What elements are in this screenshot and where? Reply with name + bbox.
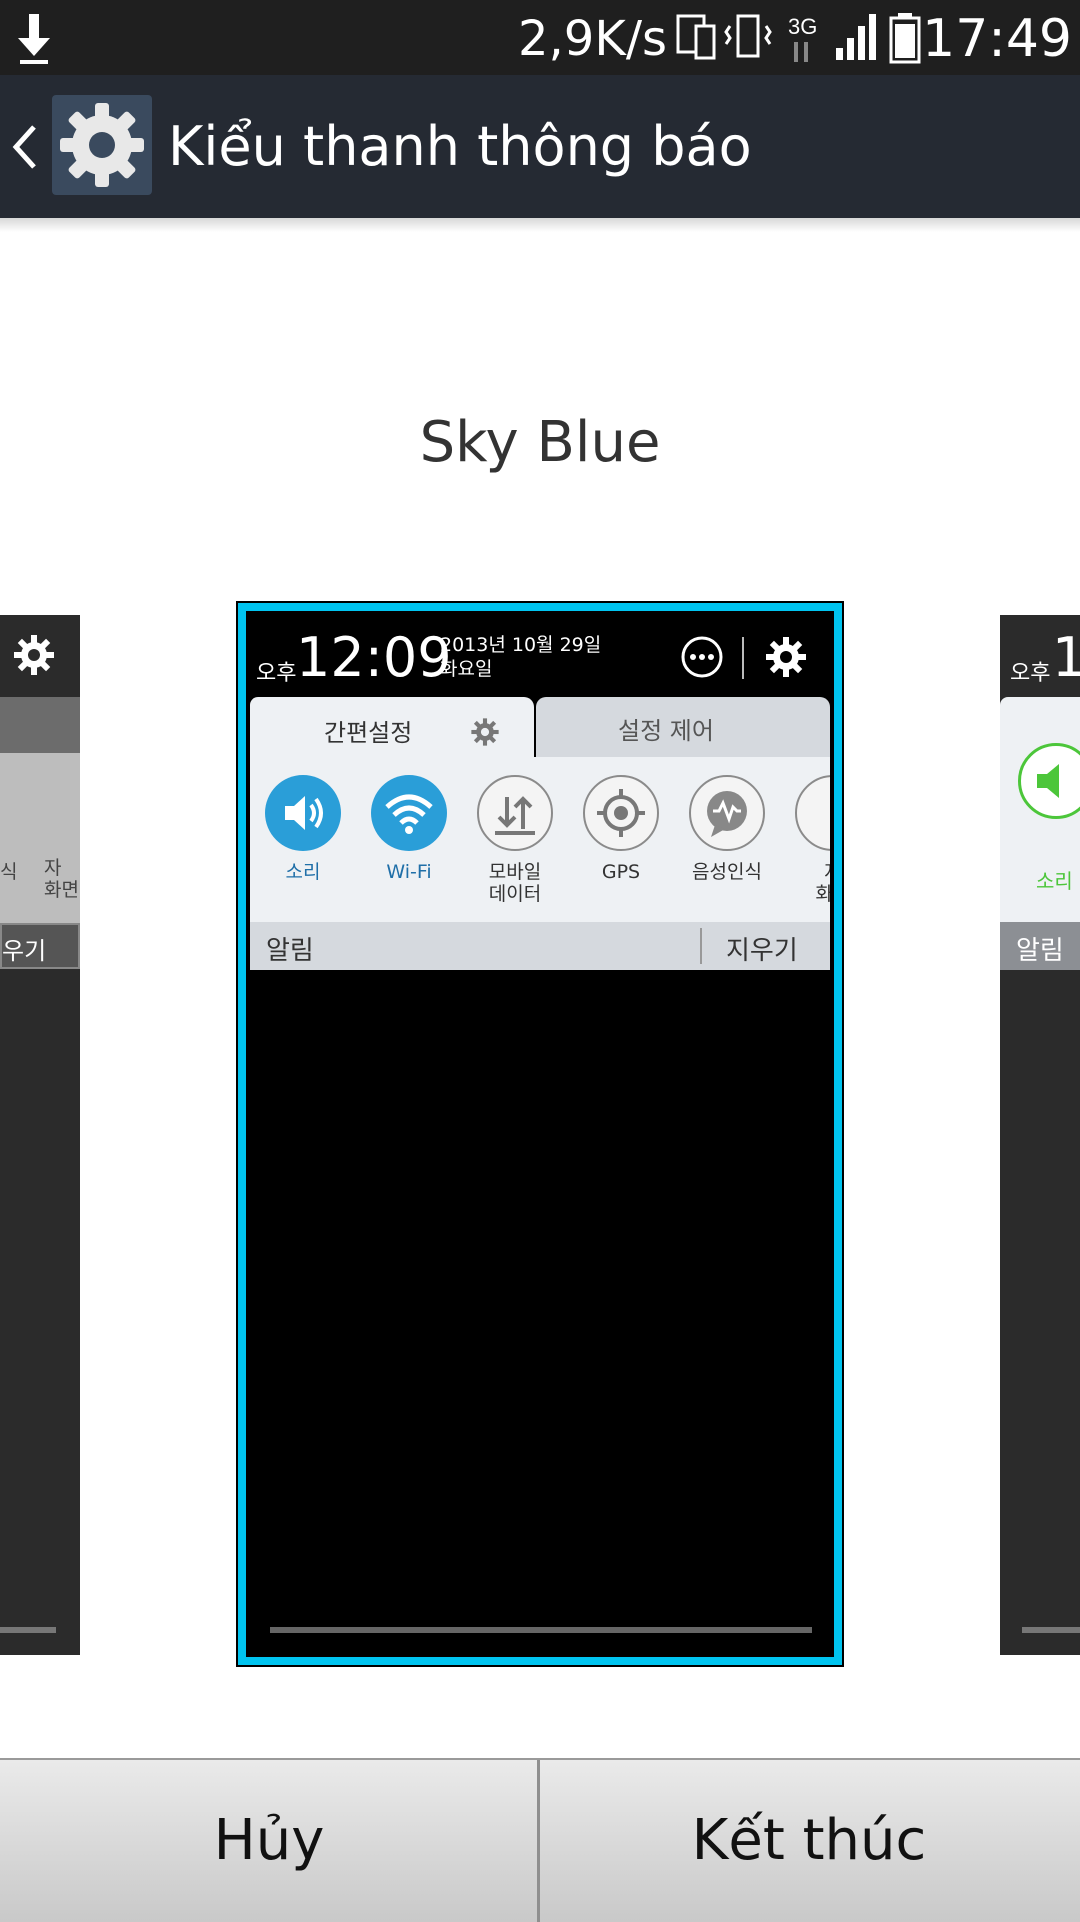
qs-label: 자 화면 (815, 861, 830, 905)
cancel-button[interactable]: Hủy (0, 1760, 538, 1922)
handle (1022, 1627, 1080, 1633)
tab-fragment (0, 697, 80, 753)
action-bar-shadow (0, 218, 1080, 232)
voice-recognition-icon (689, 775, 765, 851)
back-chevron-icon[interactable] (10, 121, 40, 173)
button-bar: Hủy Kết thúc (0, 1758, 1080, 1922)
qs-gps: GPS (568, 775, 674, 883)
clear-bar-fragment: 우기 (0, 923, 80, 969)
theme-name: Sky Blue (419, 410, 661, 475)
preview-content: 오후 12:09 2013년 10월 29일 화요일 설정 제어 간편설정 소리… (250, 615, 830, 1653)
handle (270, 1627, 812, 1633)
screen-sharing-icon (676, 14, 716, 60)
tab-label: 간편설정 (324, 719, 413, 747)
divider (700, 928, 702, 964)
preview-ampm: 오후 (256, 661, 297, 686)
clear-fragment-text: 우기 (2, 937, 47, 965)
finish-button[interactable]: Kết thúc (540, 1760, 1078, 1922)
preview-ampm: 오후 (1010, 661, 1051, 686)
preview-date: 2013년 10월 29일 화요일 (440, 633, 601, 681)
qs-label: GPS (601, 861, 641, 883)
theme-preview-selected[interactable]: 오후 12:09 2013년 10월 29일 화요일 설정 제어 간편설정 소리… (236, 601, 844, 1667)
signal-icon (836, 14, 876, 60)
wifi-icon (371, 775, 447, 851)
preview-time-fragment: 1 (1052, 626, 1080, 689)
battery-icon (889, 13, 921, 64)
qs-wifi: Wi-Fi (356, 775, 462, 883)
clock: 17:49 (922, 9, 1072, 69)
status-bar: 2,9K/s 3G 17:49 (0, 0, 1080, 75)
download-icon (18, 14, 50, 64)
settings-gear-icon[interactable] (52, 95, 152, 195)
sound-icon (1018, 743, 1080, 819)
notifications-label: 알림 (1016, 936, 1064, 966)
preview-date-line1: 2013년 10월 29일 (440, 634, 602, 656)
network-3g-icon: 3G (788, 14, 817, 62)
theme-preview-left[interactable]: 식 자 화면 우기 (0, 615, 80, 1655)
action-bar: Kiểu thanh thông báo (0, 75, 1080, 218)
sound-label: 소리 (1036, 869, 1073, 893)
qs-label-fragment-2: 자 화면 (44, 857, 79, 901)
qs-label: 음성인식 (692, 861, 762, 883)
qs-screen: 자 화면 (780, 775, 830, 905)
quick-settings-fragment: 식 자 화면 (0, 753, 80, 923)
gear-icon (766, 637, 806, 677)
qs-label: Wi-Fi (386, 861, 432, 883)
divider (742, 637, 744, 679)
network-speed: 2,9K/s (518, 11, 667, 67)
theme-preview-right[interactable]: 오후 1 소리 알림 (1000, 615, 1080, 1655)
qs-voice: 음성인식 (674, 775, 780, 883)
gps-icon (583, 775, 659, 851)
qs-label-fragment: 식 (0, 861, 18, 883)
network-3g-text: 3G (788, 14, 817, 39)
clear-label: 지우기 (726, 936, 798, 966)
qs-label: 모바일 데이터 (488, 861, 542, 905)
notifications-label: 알림 (266, 936, 314, 966)
tab-settings-control: 설정 제어 (536, 697, 830, 757)
qs-label: 소리 (285, 861, 321, 883)
preview-status: 오후 12:09 2013년 10월 29일 화요일 (250, 615, 830, 699)
handle (0, 1627, 56, 1633)
more-icon (681, 636, 723, 678)
preview-time: 12:09 (296, 626, 452, 689)
qs-sound: 소리 (250, 775, 356, 883)
mobile-data-icon (477, 775, 553, 851)
quick-settings: 소리 Wi-Fi 모바일 데이터 GPS 음성인식 화 (250, 757, 830, 922)
gear-icon (471, 718, 499, 746)
preview-date-line2: 화요일 (440, 658, 493, 680)
qs-mobile-data: 모바일 데이터 (462, 775, 568, 905)
gear-icon (14, 635, 54, 675)
sound-icon (265, 775, 341, 851)
quick-settings-fragment: 소리 (1000, 697, 1080, 922)
page-title: Kiểu thanh thông báo (168, 115, 752, 178)
screen-icon (795, 775, 830, 851)
notifications-bar-fragment: 알림 (1000, 922, 1080, 970)
tab-label: 설정 제어 (618, 717, 714, 745)
notifications-bar: 알림 지우기 (250, 922, 830, 970)
vibrate-icon (724, 14, 772, 58)
